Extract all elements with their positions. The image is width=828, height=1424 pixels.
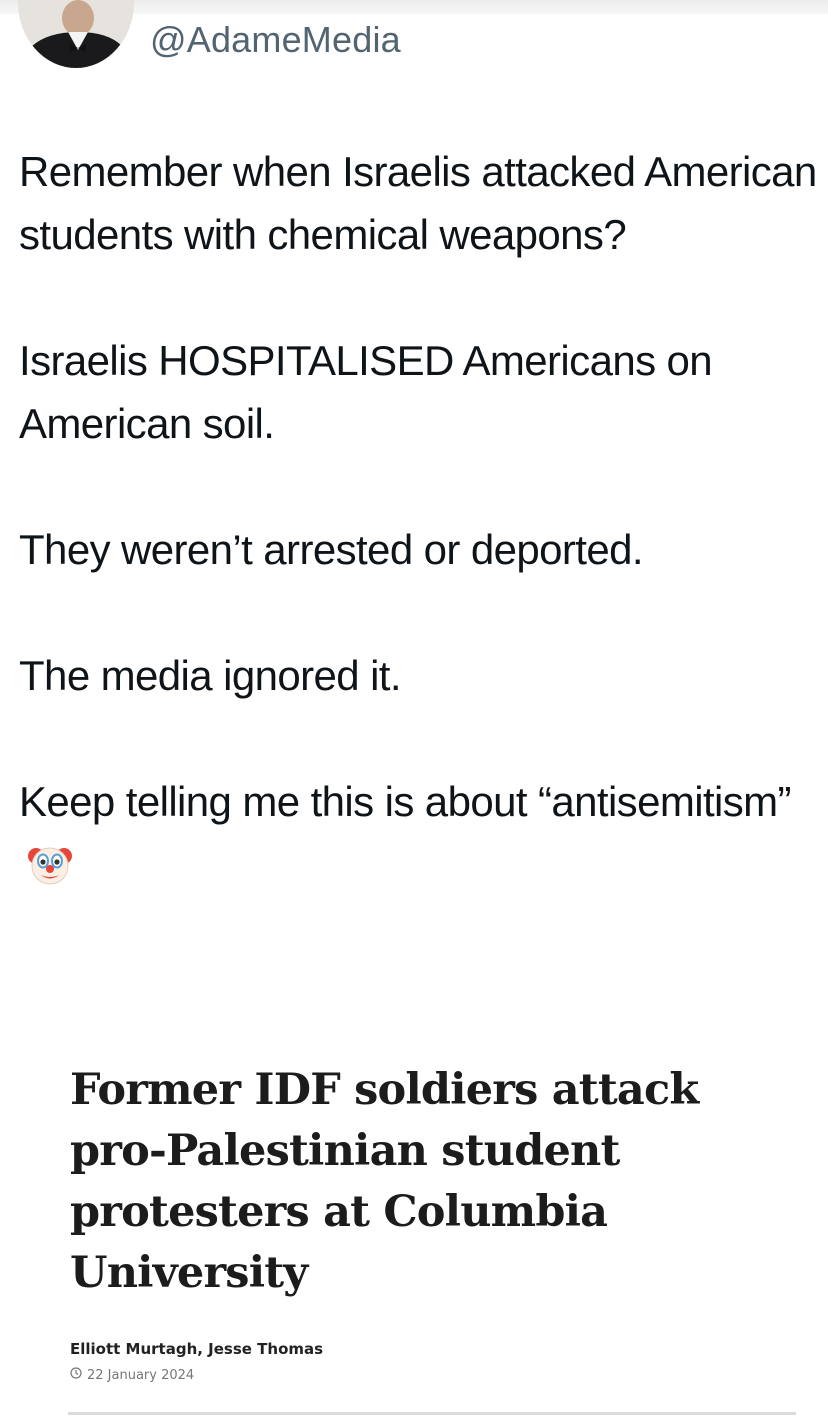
tweet-paragraph: Remember when Israelis attacked American…	[19, 148, 817, 258]
clown-face-emoji-icon	[27, 841, 73, 904]
article-screenshot-card[interactable]: Former IDF soldiers attack pro-Palestini…	[48, 1030, 798, 1416]
tweet-paragraph: The media ignored it.	[19, 652, 402, 699]
article-authors: Elliott Murtagh, Jesse Thomas	[70, 1340, 324, 1358]
article-headline: Former IDF soldiers attack pro-Palestini…	[70, 1065, 699, 1298]
closing-text: Keep telling me this is about “antisemit…	[19, 778, 792, 825]
tweet-paragraph: They weren’t arrested or deported.	[19, 526, 644, 573]
article-date-row: 22 January 2024	[70, 1367, 194, 1383]
user-handle[interactable]: @AdameMedia	[150, 16, 401, 64]
clock-icon	[70, 1367, 82, 1383]
avatar[interactable]	[18, 0, 134, 68]
tweet-paragraph: Israelis HOSPITALISED Americans on Ameri…	[19, 337, 713, 447]
article-date: 22 January 2024	[87, 1367, 195, 1383]
divider	[68, 1412, 796, 1415]
profile-photo	[18, 0, 134, 68]
tweet-paragraph-closing: Keep telling me this is about “antisemit…	[19, 770, 819, 904]
tweet-text: Remember when Israelis attacked American…	[19, 140, 819, 904]
